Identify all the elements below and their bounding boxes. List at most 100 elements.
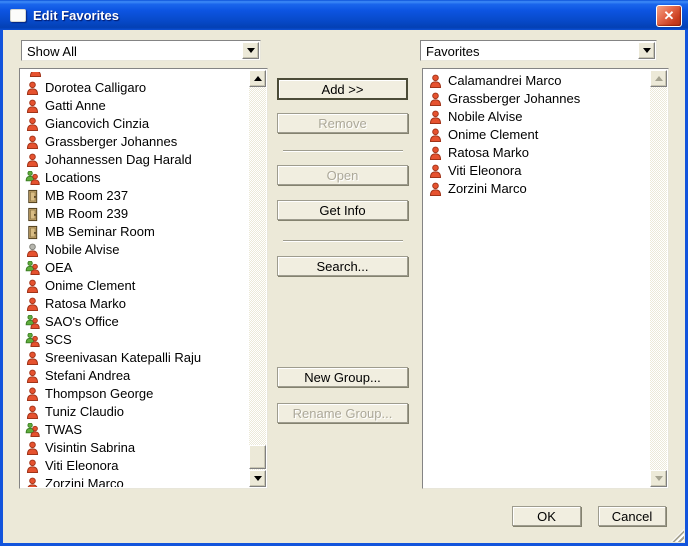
window-title: Edit Favorites: [33, 7, 119, 23]
list-item[interactable]: Dorotea Calligaro: [21, 79, 249, 97]
list-item-label: Stefani Andrea: [45, 368, 131, 383]
list-item[interactable]: SAO's Office: [21, 313, 249, 331]
list-item[interactable]: Zorzini Marco: [21, 475, 249, 487]
list-item-label: Zorzini Marco: [45, 476, 124, 487]
list-item[interactable]: MB Room 239: [21, 205, 249, 223]
left-filter-combobox[interactable]: Show All: [21, 40, 261, 61]
group-icon: [24, 170, 40, 186]
list-item[interactable]: OEA: [21, 259, 249, 277]
add-button[interactable]: Add >>: [277, 78, 408, 100]
all-contacts-rows: Dorotea Calligaro Gatti Anne Giancovich Ci…: [21, 70, 249, 487]
list-item[interactable]: Giancovich Cinzia: [21, 115, 249, 133]
list-item-label: Ratosa Marko: [448, 145, 529, 160]
person-icon: [24, 368, 40, 384]
person-icon: [24, 350, 40, 366]
list-item[interactable]: Ratosa Marko: [21, 295, 249, 313]
list-item[interactable]: Grassberger Johannes: [424, 90, 650, 108]
list-item-partial[interactable]: [21, 72, 249, 79]
search-button[interactable]: Search...: [277, 256, 408, 276]
remove-button: Remove: [277, 113, 408, 133]
person-icon: [24, 116, 40, 132]
list-item-label: Giancovich Cinzia: [45, 116, 150, 131]
door-icon: [24, 206, 40, 222]
list-item[interactable]: Nobile Alvise: [21, 241, 249, 259]
list-item[interactable]: Onime Clement: [21, 277, 249, 295]
list-item[interactable]: Onime Clement: [424, 126, 650, 144]
group-icon: [24, 332, 40, 348]
favorites-listbox[interactable]: Calamandrei Marco Grassberger Johannes Nob…: [422, 68, 669, 489]
list-item-label: Dorotea Calligaro: [45, 80, 147, 95]
list-item-label: Tuniz Claudio: [45, 404, 125, 419]
all-contacts-listbox[interactable]: Dorotea Calligaro Gatti Anne Giancovich Ci…: [19, 68, 268, 489]
list-item[interactable]: Visintin Sabrina: [21, 439, 249, 457]
person-icon: [427, 181, 443, 197]
list-item[interactable]: Calamandrei Marco: [424, 72, 650, 90]
person-icon: [24, 98, 40, 114]
person-icon: [24, 386, 40, 402]
list-item-label: Sreenivasan Katepalli Raju: [45, 350, 202, 365]
list-item[interactable]: Viti Eleonora: [424, 162, 650, 180]
list-item[interactable]: Grassberger Johannes: [21, 133, 249, 151]
person-icon: [427, 73, 443, 89]
list-item[interactable]: Zorzini Marco: [424, 180, 650, 198]
list-item-label: Gatti Anne: [45, 98, 106, 113]
cancel-button[interactable]: Cancel: [598, 506, 666, 526]
list-item-label: Onime Clement: [45, 278, 136, 293]
open-button: Open: [277, 165, 408, 185]
close-icon: ✕: [663, 8, 675, 23]
right-list-scrollbar[interactable]: [650, 70, 667, 487]
list-item[interactable]: Thompson George: [21, 385, 249, 403]
person-gray-icon: [24, 242, 40, 258]
scroll-down-button[interactable]: [650, 470, 667, 487]
chevron-down-icon: [246, 48, 255, 53]
list-item-label: MB Room 239: [45, 206, 129, 221]
close-button[interactable]: ✕: [656, 5, 682, 27]
person-icon: [24, 476, 40, 487]
separator: [283, 240, 403, 242]
left-filter-value: Show All: [27, 44, 77, 59]
scroll-down-button[interactable]: [249, 470, 266, 487]
list-item[interactable]: MB Room 237: [21, 187, 249, 205]
list-item-label: MB Room 237: [45, 188, 129, 203]
person-icon: [427, 145, 443, 161]
list-item[interactable]: Stefani Andrea: [21, 367, 249, 385]
right-filter-dropdown-button[interactable]: [638, 42, 655, 59]
list-item[interactable]: Johannessen Dag Harald: [21, 151, 249, 169]
list-item-label: Nobile Alvise: [448, 109, 523, 124]
left-filter-dropdown-button[interactable]: [242, 42, 259, 59]
arrow-up-icon: [654, 76, 663, 81]
person-icon: [24, 296, 40, 312]
new-group-button[interactable]: New Group...: [277, 367, 408, 387]
person-icon: [427, 109, 443, 125]
person-icon: [427, 127, 443, 143]
list-item-label: Locations: [45, 170, 101, 185]
person-icon: [24, 458, 40, 474]
list-item[interactable]: Viti Eleonora: [21, 457, 249, 475]
titlebar[interactable]: Edit Favorites ✕: [0, 0, 688, 30]
list-item[interactable]: Gatti Anne: [21, 97, 249, 115]
list-item[interactable]: Sreenivasan Katepalli Raju: [21, 349, 249, 367]
scrollbar-thumb[interactable]: [249, 445, 266, 469]
list-item-label: Viti Eleonora: [448, 163, 522, 178]
list-item[interactable]: Locations: [21, 169, 249, 187]
list-item[interactable]: SCS: [21, 331, 249, 349]
scroll-up-button[interactable]: [650, 70, 667, 87]
list-item-label: Calamandrei Marco: [448, 73, 562, 88]
left-list-scrollbar[interactable]: [249, 70, 266, 487]
list-item[interactable]: MB Seminar Room: [21, 223, 249, 241]
list-item-label: Grassberger Johannes: [448, 91, 581, 106]
list-item[interactable]: TWAS: [21, 421, 249, 439]
list-item[interactable]: Nobile Alvise: [424, 108, 650, 126]
right-filter-combobox[interactable]: Favorites: [420, 40, 657, 61]
list-item[interactable]: Ratosa Marko: [424, 144, 650, 162]
get-info-button[interactable]: Get Info: [277, 200, 408, 220]
list-item-label: Johannessen Dag Harald: [45, 152, 192, 167]
ok-button[interactable]: OK: [512, 506, 581, 526]
group-icon: [24, 314, 40, 330]
list-item-label: Viti Eleonora: [45, 458, 119, 473]
list-item-label: TWAS: [45, 422, 83, 437]
scroll-up-button[interactable]: [249, 70, 266, 87]
rename-group-button: Rename Group...: [277, 403, 408, 423]
list-item-label: SCS: [45, 332, 72, 347]
list-item[interactable]: Tuniz Claudio: [21, 403, 249, 421]
